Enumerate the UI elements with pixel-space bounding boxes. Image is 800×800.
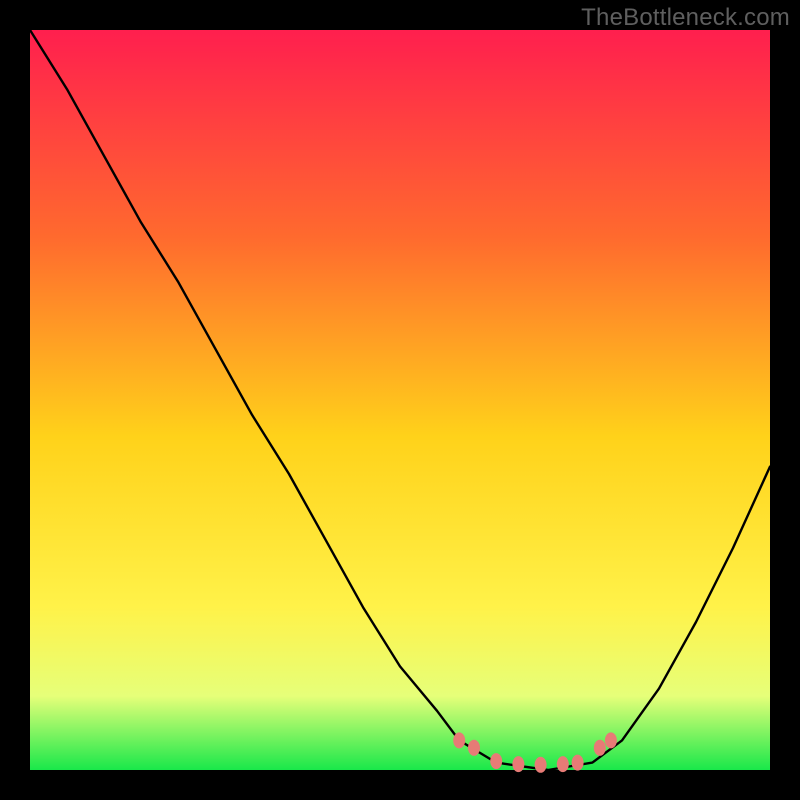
watermark-text: TheBottleneck.com [581, 4, 790, 32]
marker-mid-a [490, 753, 502, 769]
marker-mid-b [512, 756, 524, 772]
marker-mid-c [535, 757, 547, 773]
marker-right-cluster-a [594, 740, 606, 756]
gradient-background [30, 30, 770, 770]
marker-right-cluster-b [605, 732, 617, 748]
marker-left-cluster-a [453, 732, 465, 748]
marker-mid-d [557, 756, 569, 772]
marker-mid-e [572, 755, 584, 771]
marker-left-cluster-b [468, 740, 480, 756]
bottleneck-chart [0, 0, 800, 800]
chart-frame: { "watermark": "TheBottleneck.com", "col… [0, 0, 800, 800]
